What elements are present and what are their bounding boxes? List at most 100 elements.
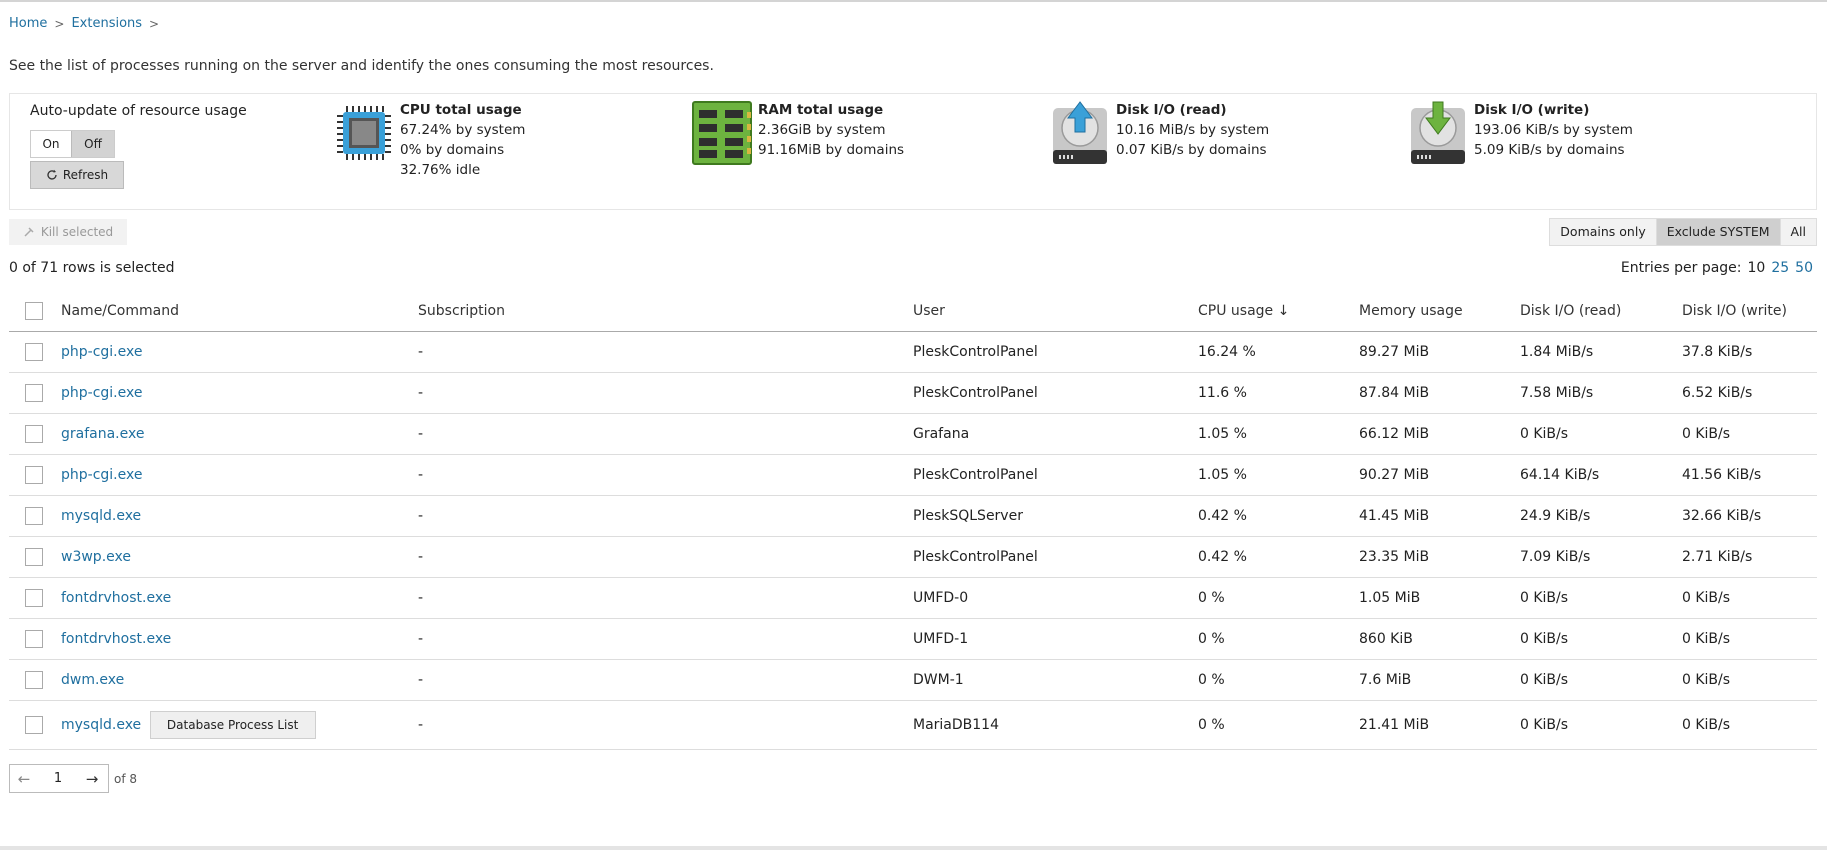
filter-domains-only[interactable]: Domains only <box>1550 219 1656 245</box>
row-checkbox[interactable] <box>25 589 43 607</box>
kill-selected-label: Kill selected <box>40 225 114 239</box>
column-header-disk-read[interactable]: Disk I/O (read) <box>1520 291 1682 332</box>
disk-write-stat-title: Disk I/O (write) <box>1474 102 1590 118</box>
column-header-disk-write[interactable]: Disk I/O (write) <box>1682 291 1817 332</box>
row-checkbox[interactable] <box>25 466 43 484</box>
memory-cell: 89.27 MiB <box>1359 331 1520 373</box>
column-header-memory[interactable]: Memory usage <box>1359 291 1520 332</box>
user-cell: DWM-1 <box>913 659 1198 701</box>
table-row: fontdrvhost.exe - UMFD-0 0 % 1.05 MiB 0 … <box>9 577 1817 619</box>
memory-cell: 66.12 MiB <box>1359 413 1520 455</box>
process-name-link[interactable]: php-cgi.exe <box>61 385 142 401</box>
process-name-link[interactable]: mysqld.exe <box>61 717 141 733</box>
breadcrumb-extensions[interactable]: Extensions <box>71 16 142 31</box>
entries-option-25[interactable]: 25 <box>1771 260 1789 276</box>
user-cell: UMFD-0 <box>913 577 1198 619</box>
table-row: mysqld.exe Database Process List - Maria… <box>9 700 1817 750</box>
table-row: php-cgi.exe - PleskControlPanel 16.24 % … <box>9 331 1817 373</box>
table-row: php-cgi.exe - PleskControlPanel 1.05 % 9… <box>9 454 1817 496</box>
row-checkbox[interactable] <box>25 548 43 566</box>
page-number-input[interactable] <box>38 767 78 790</box>
auto-update-off-button[interactable]: Off <box>71 131 114 157</box>
subscription-cell: - <box>418 700 913 750</box>
bottom-border <box>0 846 1827 850</box>
cpu-stat-text: CPU total usage 67.24% by system 0% by d… <box>400 100 525 180</box>
column-header-subscription[interactable]: Subscription <box>418 291 913 332</box>
disk-read-stat-title: Disk I/O (read) <box>1116 102 1227 118</box>
disk-read-cell: 64.14 KiB/s <box>1520 454 1682 496</box>
cpu-stat-title: CPU total usage <box>400 102 522 118</box>
disk-write-stat-text: Disk I/O (write) 193.06 KiB/s by system … <box>1474 100 1633 166</box>
row-checkbox[interactable] <box>25 671 43 689</box>
disk-write-stat: Disk I/O (write) 193.06 KiB/s by system … <box>1406 100 1633 166</box>
previous-page-arrow-icon[interactable]: ← <box>10 770 38 788</box>
cpu-cell: 0 % <box>1198 700 1359 750</box>
next-page-arrow-icon[interactable]: → <box>78 770 106 788</box>
row-checkbox[interactable] <box>25 425 43 443</box>
disk-write-cell: 37.8 KiB/s <box>1682 331 1817 373</box>
process-name-link[interactable]: grafana.exe <box>61 426 144 442</box>
subscription-cell: - <box>418 413 913 455</box>
auto-update-label: Auto-update of resource usage <box>30 103 247 119</box>
filter-exclude-system[interactable]: Exclude SYSTEM <box>1655 219 1780 245</box>
row-checkbox[interactable] <box>25 716 43 734</box>
filter-all[interactable]: All <box>1779 219 1816 245</box>
subscription-cell: - <box>418 659 913 701</box>
select-all-checkbox[interactable] <box>25 302 43 320</box>
cpu-stat-line: 32.76% idle <box>400 162 481 178</box>
process-name-link[interactable]: mysqld.exe <box>61 508 141 524</box>
row-checkbox[interactable] <box>25 343 43 361</box>
row-checkbox[interactable] <box>25 507 43 525</box>
refresh-button[interactable]: Refresh <box>30 161 124 189</box>
breadcrumb: Home > Extensions > <box>9 16 166 31</box>
process-name-link[interactable]: w3wp.exe <box>61 549 131 565</box>
cpu-cell: 0 % <box>1198 618 1359 660</box>
pagination-box: ← → <box>9 764 109 793</box>
disk-read-icon <box>1048 100 1112 166</box>
process-name-link[interactable]: php-cgi.exe <box>61 344 142 360</box>
disk-read-stat-line: 0.07 KiB/s by domains <box>1116 142 1267 158</box>
user-cell: PleskSQLServer <box>913 495 1198 537</box>
disk-read-stat-text: Disk I/O (read) 10.16 MiB/s by system 0.… <box>1116 100 1269 166</box>
column-header-user[interactable]: User <box>913 291 1198 332</box>
memory-cell: 23.35 MiB <box>1359 536 1520 578</box>
subscription-cell: - <box>418 618 913 660</box>
row-checkbox[interactable] <box>25 384 43 402</box>
user-cell: MariaDB114 <box>913 700 1198 750</box>
entries-label: Entries per page: <box>1620 260 1742 276</box>
cpu-cell: 1.05 % <box>1198 413 1359 455</box>
breadcrumb-separator-icon: > <box>54 16 65 31</box>
process-name-link[interactable]: fontdrvhost.exe <box>61 590 171 606</box>
cpu-cell: 0.42 % <box>1198 495 1359 537</box>
row-checkbox[interactable] <box>25 630 43 648</box>
cpu-cell: 1.05 % <box>1198 454 1359 496</box>
subscription-cell: - <box>418 331 913 373</box>
memory-cell: 7.6 MiB <box>1359 659 1520 701</box>
database-process-list-button[interactable]: Database Process List <box>149 711 316 739</box>
disk-read-cell: 7.09 KiB/s <box>1520 536 1682 578</box>
process-name-link[interactable]: php-cgi.exe <box>61 467 142 483</box>
kill-selected-button[interactable]: Kill selected <box>9 219 127 245</box>
ram-stat-text: RAM total usage 2.36GiB by system 91.16M… <box>758 100 904 166</box>
breadcrumb-home[interactable]: Home <box>9 16 47 31</box>
memory-cell: 41.45 MiB <box>1359 495 1520 537</box>
user-cell: PleskControlPanel <box>913 454 1198 496</box>
top-border <box>0 0 1827 2</box>
process-name-link[interactable]: fontdrvhost.exe <box>61 631 171 647</box>
memory-cell: 21.41 MiB <box>1359 700 1520 750</box>
process-name-link[interactable]: dwm.exe <box>61 672 124 688</box>
entries-option-10: 10 <box>1747 260 1766 276</box>
column-header-cpu[interactable]: CPU usage ↓ <box>1198 291 1359 332</box>
disk-read-cell: 0 KiB/s <box>1520 413 1682 455</box>
ram-stat-title: RAM total usage <box>758 102 884 118</box>
kill-icon <box>24 227 34 237</box>
disk-read-stat-line: 10.16 MiB/s by system <box>1116 122 1270 138</box>
user-cell: PleskControlPanel <box>913 331 1198 373</box>
column-header-name[interactable]: Name/Command <box>61 291 418 332</box>
entries-option-50[interactable]: 50 <box>1795 260 1813 276</box>
ram-icon <box>690 100 754 166</box>
disk-write-stat-line: 5.09 KiB/s by domains <box>1474 142 1625 158</box>
auto-update-on-button[interactable]: On <box>31 131 71 157</box>
refresh-icon <box>47 169 57 180</box>
table-row: w3wp.exe - PleskControlPanel 0.42 % 23.3… <box>9 536 1817 578</box>
